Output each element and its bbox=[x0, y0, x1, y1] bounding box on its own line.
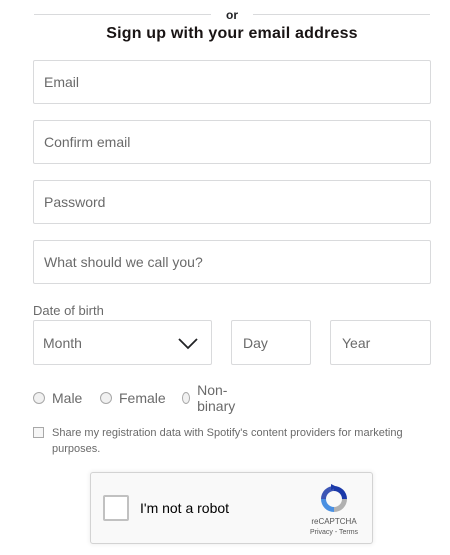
year-input[interactable] bbox=[331, 321, 430, 364]
recaptcha-widget: I'm not a robot reCAPTCHA Privacy - Term… bbox=[90, 472, 373, 544]
gender-label-male: Male bbox=[52, 390, 83, 406]
confirm-email-input[interactable] bbox=[34, 121, 430, 163]
gender-radio-non-binary[interactable]: Non-binary bbox=[182, 382, 239, 414]
display-name-field[interactable] bbox=[33, 240, 431, 284]
email-field[interactable] bbox=[33, 60, 431, 104]
gender-label-non-binary: Non-binary bbox=[197, 382, 236, 414]
recaptcha-brand: reCAPTCHA bbox=[311, 517, 357, 526]
email-input[interactable] bbox=[34, 61, 430, 103]
gender-radio-female[interactable]: Female bbox=[100, 389, 166, 407]
radio-circle-icon[interactable] bbox=[100, 392, 112, 404]
month-select-value: Month bbox=[43, 335, 82, 351]
recaptcha-terms-link[interactable]: Terms bbox=[339, 529, 358, 536]
recaptcha-checkbox[interactable] bbox=[103, 495, 129, 521]
password-field[interactable] bbox=[33, 180, 431, 224]
radio-circle-icon[interactable] bbox=[182, 392, 191, 404]
recaptcha-legal: Privacy - Terms bbox=[294, 529, 374, 536]
recaptcha-logo-icon bbox=[321, 484, 347, 512]
or-divider: or bbox=[34, 8, 430, 22]
month-select[interactable]: Month bbox=[33, 320, 212, 365]
share-data-label: Share my registration data with Spotify'… bbox=[52, 427, 403, 455]
year-field[interactable] bbox=[330, 320, 431, 365]
day-input[interactable] bbox=[232, 321, 310, 364]
share-data-checkbox[interactable] bbox=[33, 427, 44, 438]
confirm-email-field[interactable] bbox=[33, 120, 431, 164]
divider-or-text: or bbox=[226, 8, 238, 22]
day-field[interactable] bbox=[231, 320, 311, 365]
gender-label-female: Female bbox=[119, 390, 166, 406]
gender-radio-male[interactable]: Male bbox=[33, 389, 82, 407]
display-name-input[interactable] bbox=[34, 241, 430, 283]
recaptcha-label: I'm not a robot bbox=[140, 500, 230, 516]
divider-line-right bbox=[253, 14, 430, 15]
password-input[interactable] bbox=[34, 181, 430, 223]
recaptcha-privacy-link[interactable]: Privacy bbox=[310, 529, 333, 536]
dob-label: Date of birth bbox=[33, 303, 104, 318]
chevron-down-icon bbox=[178, 338, 198, 350]
page-title: Sign up with your email address bbox=[106, 25, 358, 42]
radio-circle-icon[interactable] bbox=[33, 392, 45, 404]
